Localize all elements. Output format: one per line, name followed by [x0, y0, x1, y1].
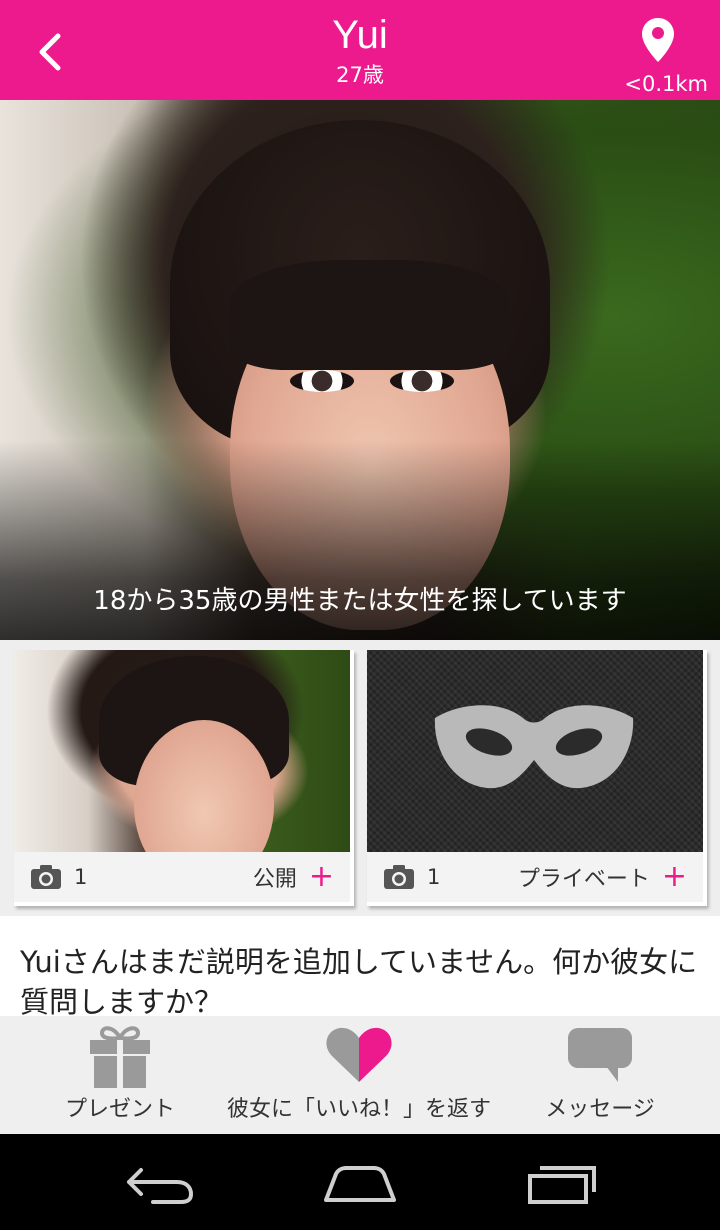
- like-back-label: 彼女に「いいね！」を返す: [226, 1097, 491, 1122]
- private-photo-thumbnail: [367, 650, 703, 852]
- public-photo-thumbnail: [14, 650, 350, 852]
- back-arrow-icon: [127, 1168, 193, 1204]
- photo-eye-right: [390, 370, 454, 392]
- public-photos-card[interactable]: 1 公開 +: [14, 650, 354, 906]
- chat-bubble-icon: [568, 1028, 632, 1082]
- public-label: 公開: [252, 867, 297, 892]
- profile-main-photo[interactable]: 18から35歳の男性または女性を探しています: [0, 100, 720, 640]
- looking-for-caption: 18から35歳の男性または女性を探しています: [93, 586, 627, 616]
- private-photos-bar: 1 プライベート +: [367, 852, 703, 902]
- add-public-icon[interactable]: +: [309, 862, 334, 892]
- photo-bangs-shape: [230, 260, 510, 370]
- message-label: メッセージ: [545, 1097, 655, 1122]
- message-button[interactable]: メッセージ: [520, 1016, 680, 1134]
- camera-icon: [384, 865, 414, 889]
- home-icon: [324, 1166, 396, 1202]
- half-heart-icon: [326, 1027, 392, 1082]
- public-photo-count: 1: [74, 865, 88, 889]
- back-button[interactable]: [22, 24, 78, 80]
- profile-title: Yui 27歳: [160, 10, 560, 88]
- top-app-bar: Yui 27歳 <0.1km: [0, 0, 720, 100]
- profile-action-bar: プレゼント 彼女に「いいね！」を返す メッセージ: [0, 1016, 720, 1134]
- camera-icon: [31, 865, 61, 889]
- mask-icon: [434, 705, 634, 789]
- profile-name: Yui: [332, 13, 388, 57]
- system-back-button[interactable]: [110, 1154, 210, 1214]
- location-button[interactable]: <0.1km: [610, 12, 710, 96]
- location-pin-icon: [642, 18, 674, 62]
- profile-description: Yuiさんはまだ説明を追加していません。何か彼女に質問しますか？: [0, 916, 720, 1019]
- photo-eye-left: [290, 370, 354, 392]
- system-recents-button[interactable]: [512, 1154, 612, 1214]
- private-label: プライベート: [517, 867, 650, 892]
- gift-label: プレゼント: [64, 1097, 175, 1122]
- system-home-button[interactable]: [310, 1154, 410, 1214]
- gift-button[interactable]: プレゼント: [40, 1016, 200, 1134]
- system-navigation-bar: [0, 1134, 720, 1230]
- private-photos-card[interactable]: 1 プライベート +: [367, 650, 707, 906]
- like-back-button[interactable]: 彼女に「いいね！」を返す: [224, 1016, 494, 1134]
- profile-age: 27歳: [336, 63, 384, 87]
- public-photos-bar: 1 公開 +: [14, 852, 350, 902]
- distance-label: <0.1km: [624, 72, 708, 96]
- recent-apps-icon: [528, 1166, 596, 1204]
- gift-icon: [90, 1026, 150, 1088]
- private-photo-count: 1: [427, 865, 441, 889]
- chevron-left-icon: [39, 33, 61, 71]
- add-private-icon[interactable]: +: [662, 862, 687, 892]
